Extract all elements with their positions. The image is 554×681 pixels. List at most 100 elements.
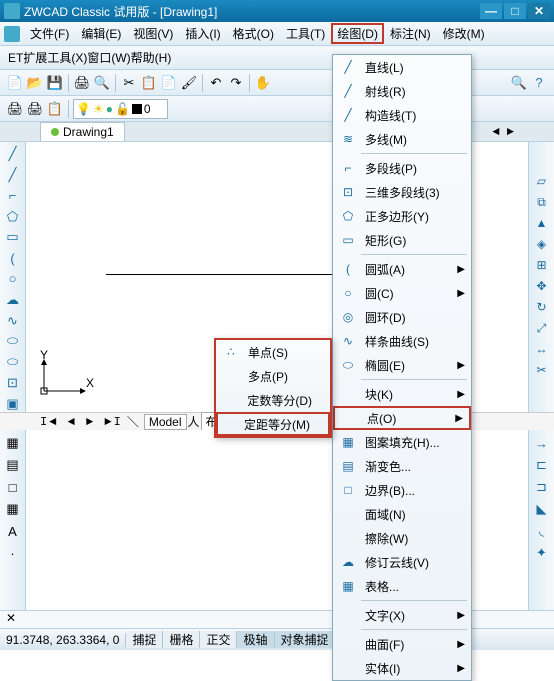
submenu-item[interactable]: 定数等分(D) <box>216 388 330 412</box>
scale-tool-icon[interactable]: ⤢ <box>533 319 551 337</box>
menu-item[interactable]: ╱构造线(T) <box>333 103 471 127</box>
menu-item[interactable]: ⊡三维多段线(3) <box>333 180 471 204</box>
pan-icon[interactable]: ✋ <box>254 74 272 92</box>
status-polar[interactable]: 极轴 <box>237 631 274 648</box>
menu-item[interactable]: ▦表格... <box>333 574 471 598</box>
menu-item[interactable]: 点(O)▶ <box>333 406 471 430</box>
menu-item[interactable]: 文字(X)▶ <box>333 603 471 627</box>
rect-tool-icon[interactable]: ▭ <box>4 229 22 246</box>
close-button[interactable]: ✕ <box>528 3 550 19</box>
model-tab[interactable]: Model <box>144 414 187 430</box>
layerfilter-icon[interactable]: 🖨 <box>26 100 44 118</box>
menu-insert[interactable]: 插入(I) <box>179 23 226 44</box>
help-icon[interactable]: ? <box>530 74 548 92</box>
print-icon[interactable]: 🖨 <box>73 74 91 92</box>
layerprops-icon[interactable]: 🖨 <box>6 100 24 118</box>
join-tool-icon[interactable]: ⊐ <box>533 478 551 496</box>
arc-tool-icon[interactable]: ( <box>4 250 22 267</box>
menu-item[interactable]: 擦除(W) <box>333 526 471 550</box>
xline-tool-icon[interactable]: ╱ <box>4 167 22 184</box>
polygon-tool-icon[interactable]: ⬠ <box>4 208 22 225</box>
stretch-tool-icon[interactable]: ↔ <box>533 340 551 358</box>
array-tool-icon[interactable]: ⊞ <box>533 256 551 274</box>
erase-tool-icon[interactable]: ▱ <box>533 172 551 190</box>
menu-item[interactable]: ⬭椭圆(E)▶ <box>333 353 471 377</box>
status-grid[interactable]: 栅格 <box>163 631 200 648</box>
search-icon[interactable]: 🔍 <box>510 74 528 92</box>
copy-icon[interactable]: 📋 <box>140 74 158 92</box>
region-tool-icon[interactable]: □ <box>4 478 22 496</box>
ellipse-tool-icon[interactable]: ⬭ <box>4 333 22 350</box>
cut-icon[interactable]: ✂ <box>120 74 138 92</box>
mirror-tool-icon[interactable]: ▲ <box>533 214 551 232</box>
menu-help[interactable]: 帮助(H) <box>131 49 172 66</box>
chamfer-tool-icon[interactable]: ◣ <box>533 500 551 518</box>
open-icon[interactable]: 📂 <box>26 74 44 92</box>
menu-item[interactable]: ⬠正多边形(Y) <box>333 204 471 228</box>
menu-item[interactable]: ○圆(C)▶ <box>333 281 471 305</box>
new-icon[interactable]: 📄 <box>6 74 24 92</box>
insert-tool-icon[interactable]: ▣ <box>4 395 22 412</box>
menu-item[interactable]: ▦图案填充(H)... <box>333 430 471 454</box>
paste-icon[interactable]: 📄 <box>160 74 178 92</box>
menu-item[interactable]: ☁修订云线(V) <box>333 550 471 574</box>
minimize-button[interactable]: — <box>480 3 502 19</box>
menu-ettools[interactable]: ET扩展工具(X) <box>8 49 87 66</box>
menu-item[interactable]: ⌐多段线(P) <box>333 156 471 180</box>
save-icon[interactable]: 💾 <box>46 74 64 92</box>
table-tool-icon[interactable]: ▦ <box>4 500 22 518</box>
menu-item[interactable]: ▭矩形(G) <box>333 228 471 252</box>
trim-tool-icon[interactable]: ✂ <box>533 361 551 379</box>
break-tool-icon[interactable]: ⊏ <box>533 456 551 474</box>
status-ortho[interactable]: 正交 <box>200 631 237 648</box>
menu-draw[interactable]: 绘图(D) <box>331 23 384 44</box>
move-tool-icon[interactable]: ✥ <box>533 277 551 295</box>
model-tab-nav[interactable]: I◄ ◄ ► ►I <box>40 415 123 429</box>
menu-item[interactable]: ◎圆环(D) <box>333 305 471 329</box>
submenu-item[interactable]: 多点(P) <box>216 364 330 388</box>
pline-tool-icon[interactable]: ⌐ <box>4 188 22 205</box>
menu-item[interactable]: 实体(I)▶ <box>333 656 471 680</box>
rotate-tool-icon[interactable]: ↻ <box>533 298 551 316</box>
menu-item[interactable]: ∿样条曲线(S) <box>333 329 471 353</box>
extend-tool-icon[interactable]: → <box>533 434 551 452</box>
menu-item[interactable]: □边界(B)... <box>333 478 471 502</box>
point-tool-icon[interactable]: · <box>4 544 22 562</box>
layer-dropdown[interactable]: 💡☀●🔓0 <box>73 99 168 119</box>
maximize-button[interactable]: □ <box>504 3 526 19</box>
document-tab[interactable]: Drawing1 <box>40 122 125 141</box>
hatch-tool-icon[interactable]: ▦ <box>4 434 22 452</box>
preview-icon[interactable]: 🔍 <box>93 74 111 92</box>
menu-modify[interactable]: 修改(M) <box>437 23 491 44</box>
menu-item[interactable]: ≋多线(M) <box>333 127 471 151</box>
menu-item[interactable]: 面域(N) <box>333 502 471 526</box>
layerstate-icon[interactable]: 📋 <box>46 100 64 118</box>
tab-nav-arrows[interactable]: ◄ ► <box>492 125 514 139</box>
explode-tool-icon[interactable]: ✦ <box>533 544 551 562</box>
gradient-tool-icon[interactable]: ▤ <box>4 456 22 474</box>
menu-window[interactable]: 窗口(W) <box>87 49 130 66</box>
submenu-item[interactable]: 定距等分(M) <box>216 412 330 436</box>
ellipsearc-tool-icon[interactable]: ⬭ <box>4 354 22 371</box>
menu-format[interactable]: 格式(O) <box>227 23 280 44</box>
close-command-icon[interactable]: ✕ <box>6 611 16 625</box>
menu-item[interactable]: (圆弧(A)▶ <box>333 257 471 281</box>
status-snap[interactable]: 捕捉 <box>126 631 163 648</box>
block-tool-icon[interactable]: ⊡ <box>4 374 22 391</box>
status-osnap[interactable]: 对象捕捉 <box>275 631 336 648</box>
menu-item[interactable]: 块(K)▶ <box>333 382 471 406</box>
circle-tool-icon[interactable]: ○ <box>4 271 22 288</box>
submenu-item[interactable]: ∴单点(S) <box>216 340 330 364</box>
menu-item[interactable]: ▤渐变色... <box>333 454 471 478</box>
offset-tool-icon[interactable]: ◈ <box>533 235 551 253</box>
text-tool-icon[interactable]: A <box>4 522 22 540</box>
menu-edit[interactable]: 编辑(E) <box>75 23 127 44</box>
brush-icon[interactable]: 🖌 <box>180 74 198 92</box>
redo-icon[interactable]: ↷ <box>227 74 245 92</box>
menu-item[interactable]: ╱射线(R) <box>333 79 471 103</box>
cloud-tool-icon[interactable]: ☁ <box>4 291 22 308</box>
undo-icon[interactable]: ↶ <box>207 74 225 92</box>
copy-tool-icon[interactable]: ⧉ <box>533 193 551 211</box>
menu-dimension[interactable]: 标注(N) <box>384 23 437 44</box>
spline-tool-icon[interactable]: ∿ <box>4 312 22 329</box>
